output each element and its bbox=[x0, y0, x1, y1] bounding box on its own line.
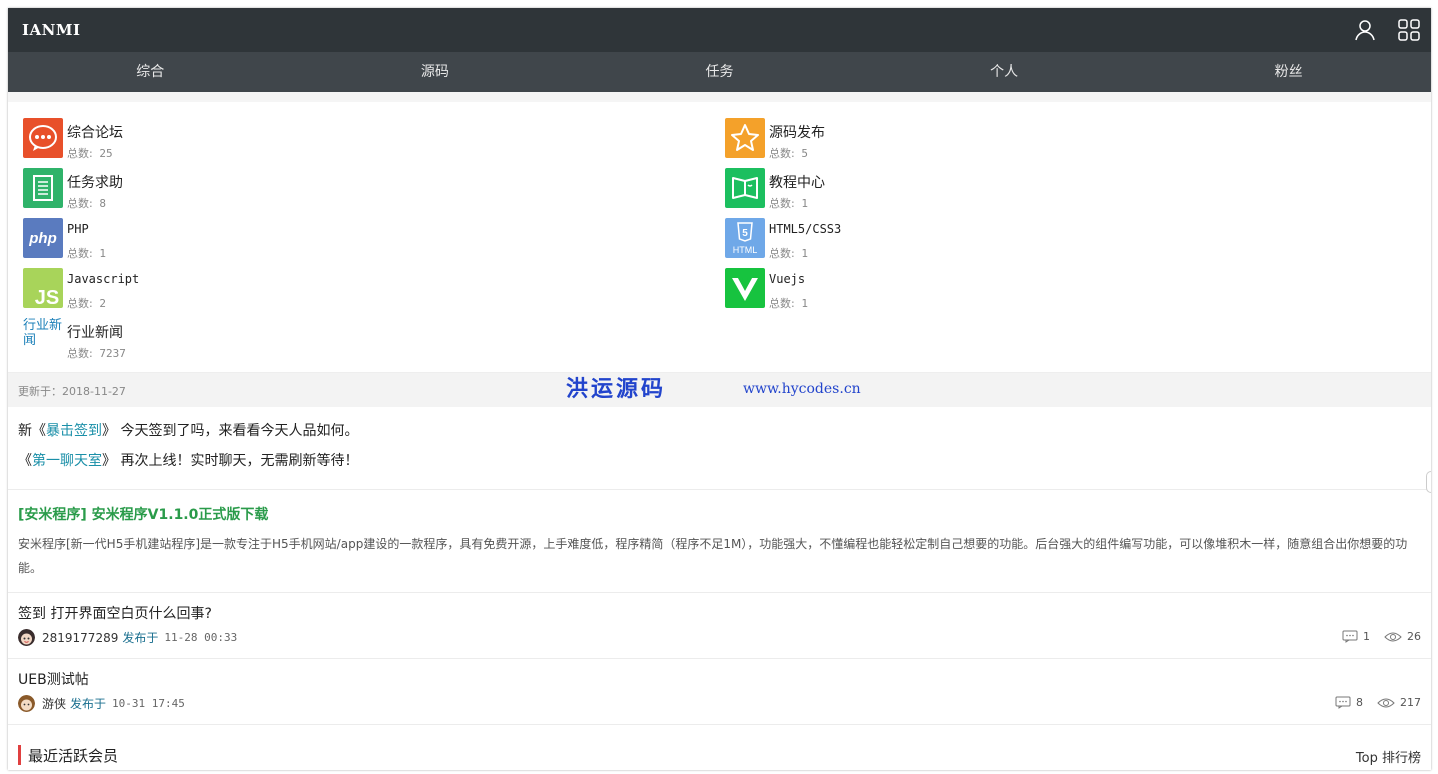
vue-logo-icon bbox=[725, 268, 765, 308]
featured-article: [安米程序] 安米程序V1.1.0正式版下载 安米程序[新一代H5手机建站程序]… bbox=[8, 490, 1431, 593]
watermark-cn: 洪运源码 bbox=[566, 376, 667, 402]
apps-grid-icon[interactable] bbox=[1397, 18, 1421, 42]
forum-name: 源码发布 bbox=[769, 125, 825, 141]
nav-item-general[interactable]: 综合 bbox=[8, 52, 293, 92]
post-time: 10-31 17:45 bbox=[112, 697, 185, 710]
star-icon bbox=[725, 118, 765, 158]
post-time: 11-28 00:33 bbox=[164, 631, 238, 644]
spacer bbox=[8, 92, 1431, 102]
eye-icon bbox=[1384, 632, 1402, 641]
document-icon bbox=[23, 168, 63, 208]
nav-item-fans[interactable]: 粉丝 bbox=[1146, 52, 1431, 92]
svg-text:JS: JS bbox=[35, 287, 59, 308]
forum-name: Javascript bbox=[67, 272, 140, 286]
forum-name: Vuejs bbox=[769, 272, 806, 286]
forum-name: 教程中心 bbox=[769, 175, 825, 191]
forum-item-tutorials[interactable]: 教程中心 总数: 1 bbox=[710, 162, 1310, 210]
eye-icon bbox=[1377, 698, 1395, 707]
forum-name: HTML5/CSS3 bbox=[769, 222, 842, 236]
post-title[interactable]: UEB测试帖 bbox=[18, 669, 89, 689]
post-item[interactable]: UEB测试帖 游侠 发布于 10-31 17:45 8 217 bbox=[8, 659, 1431, 725]
post-user[interactable]: 2819177289 bbox=[42, 631, 118, 645]
nav-item-personal[interactable]: 个人 bbox=[862, 52, 1147, 92]
side-scroll-tab[interactable] bbox=[1426, 471, 1431, 493]
post-item[interactable]: 签到 打开界面空白页什么回事? 2819177289 发布于 11-28 00:… bbox=[8, 593, 1431, 659]
user-icon[interactable] bbox=[1353, 18, 1377, 42]
top-icons bbox=[1353, 18, 1421, 42]
forum-item-news[interactable]: 行业新闻 行业新闻 总数: 7237 bbox=[8, 312, 608, 360]
view-count: 26 bbox=[1407, 630, 1421, 643]
post-title[interactable]: 签到 打开界面空白页什么回事? bbox=[18, 603, 212, 623]
notice-link-chatroom[interactable]: 第一聊天室 bbox=[32, 453, 102, 469]
main-nav: 综合 源码 任务 个人 粉丝 bbox=[8, 52, 1431, 92]
forum-count: 总数: 1 bbox=[769, 247, 808, 260]
app-frame: IANMI 综合 源码 任务 个人 粉丝 综合论坛 总数: 25 源码发布 总数… bbox=[8, 8, 1431, 770]
html5-logo-icon: 5 HTML bbox=[725, 218, 765, 258]
post-pub-label: 发布于 bbox=[122, 631, 159, 645]
forum-name: 综合论坛 bbox=[67, 125, 123, 141]
php-logo-icon: php bbox=[23, 218, 63, 258]
site-logo[interactable]: IANMI bbox=[22, 21, 81, 39]
watermark-en: www.hycodes.cn bbox=[743, 381, 861, 397]
notice-board: 新《暴击签到》 今天签到了吗，来看看今天人品如何。 《第一聊天室》 再次上线！实… bbox=[8, 407, 1431, 490]
notice-line: 新《暴击签到》 今天签到了吗，来看看今天人品如何。 bbox=[18, 423, 359, 439]
members-title: 最近活跃会员 bbox=[28, 747, 119, 765]
forum-name: 任务求助 bbox=[67, 175, 123, 191]
forum-name: 行业新闻 bbox=[67, 325, 123, 341]
comment-count: 8 bbox=[1356, 696, 1363, 709]
post-pub-label: 发布于 bbox=[70, 697, 107, 711]
forum-count: 总数: 25 bbox=[67, 147, 113, 160]
top-bar: IANMI bbox=[8, 8, 1431, 52]
comment-icon bbox=[1335, 696, 1351, 709]
svg-text:php: php bbox=[28, 230, 57, 247]
ranking-link[interactable]: Top 排行榜 bbox=[1356, 747, 1421, 766]
nav-item-source[interactable]: 源码 bbox=[293, 52, 578, 92]
nav-item-tasks[interactable]: 任务 bbox=[577, 52, 862, 92]
article-title[interactable]: [安米程序] 安米程序V1.1.0正式版下载 bbox=[18, 504, 1421, 524]
chat-bubble-icon bbox=[23, 118, 63, 158]
forum-list: 综合论坛 总数: 25 源码发布 总数: 5 任务求助 总数: 8 教程中心 总… bbox=[8, 102, 1431, 372]
avatar[interactable] bbox=[18, 695, 35, 712]
comment-count: 1 bbox=[1363, 630, 1370, 643]
notice-link-checkin[interactable]: 暴击签到 bbox=[46, 423, 102, 439]
comment-icon bbox=[1342, 630, 1358, 643]
avatar[interactable] bbox=[18, 629, 35, 646]
forum-count: 总数: 1 bbox=[769, 297, 808, 310]
article-desc: 安米程序[新一代H5手机建站程序]是一款专注于H5手机网站/app建设的一款程序… bbox=[18, 537, 1408, 575]
post-stats: 8 217 bbox=[1335, 696, 1421, 709]
forum-count: 总数: 1 bbox=[769, 197, 808, 210]
forum-count: 总数: 2 bbox=[67, 297, 106, 310]
forum-item-vuejs[interactable]: Vuejs 总数: 1 bbox=[710, 262, 1310, 310]
forum-item-php[interactable]: php PHP 总数: 1 bbox=[8, 212, 608, 260]
js-logo-icon: JS bbox=[23, 268, 63, 309]
forum-count: 总数: 7237 bbox=[67, 347, 126, 360]
post-user[interactable]: 游侠 bbox=[42, 695, 66, 712]
forum-count: 总数: 5 bbox=[769, 147, 808, 160]
book-icon bbox=[725, 168, 765, 208]
svg-text:5: 5 bbox=[742, 228, 748, 239]
broken-image-icon: 行业新闻 bbox=[23, 318, 63, 348]
post-meta: 2819177289 发布于 11-28 00:33 bbox=[18, 629, 237, 646]
view-count: 217 bbox=[1400, 696, 1421, 709]
forum-count: 总数: 1 bbox=[67, 247, 106, 260]
forum-count: 总数: 8 bbox=[67, 197, 106, 210]
updated-bar: 更新于：2018-11-27 洪运源码 www.hycodes.cn bbox=[8, 372, 1431, 407]
forum-item-source[interactable]: 源码发布 总数: 5 bbox=[710, 112, 1310, 160]
forum-item-general[interactable]: 综合论坛 总数: 25 bbox=[8, 112, 608, 160]
svg-text:HTML: HTML bbox=[733, 245, 758, 255]
forum-item-tasks[interactable]: 任务求助 总数: 8 bbox=[8, 162, 608, 210]
forum-item-javascript[interactable]: JS Javascript 总数: 2 bbox=[8, 262, 608, 310]
accent-bar bbox=[18, 745, 21, 765]
notice-line: 《第一聊天室》 再次上线！实时聊天，无需刷新等待！ bbox=[18, 453, 359, 469]
forum-name: PHP bbox=[67, 222, 89, 236]
post-stats: 1 26 bbox=[1342, 630, 1421, 643]
post-meta: 游侠 发布于 10-31 17:45 bbox=[18, 695, 185, 712]
forum-item-html5[interactable]: 5 HTML HTML5/CSS3 总数: 1 bbox=[710, 212, 1310, 260]
active-members-header: 最近活跃会员 Top 排行榜 bbox=[8, 725, 1431, 770]
updated-label: 更新于：2018-11-27 bbox=[18, 385, 126, 398]
